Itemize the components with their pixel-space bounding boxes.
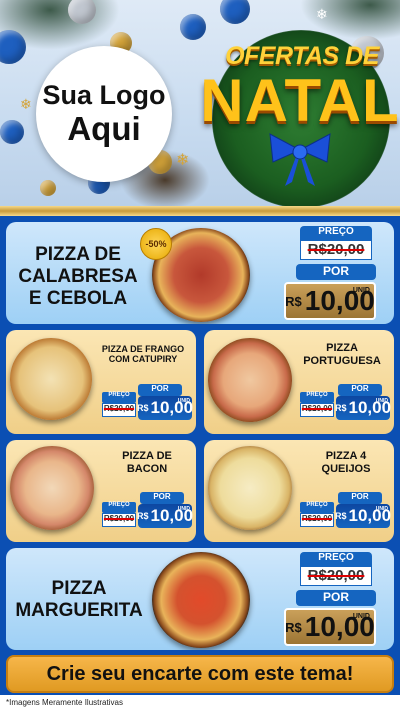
christmas-ornament-icon — [40, 180, 56, 196]
product-card-featured[interactable]: PIZZA DE CALABRESA E CEBOLA -50% PREÇO R… — [6, 222, 394, 324]
new-price: R$ 10,00 UNID — [284, 282, 376, 320]
price-label: PREÇO — [300, 392, 334, 403]
logo-line2: Aqui — [67, 109, 141, 147]
product-name: PIZZA DE FRANGO COM CATUPIRY — [101, 344, 185, 365]
new-price-label: POR — [296, 264, 376, 280]
new-price-label: POR — [338, 492, 382, 504]
new-price: R$ 10,00 UNID — [284, 608, 376, 646]
page-title: NATAL — [200, 67, 400, 134]
product-card[interactable]: PIZZA PORTUGUESA POR PREÇO R$20,00 R$ 10… — [204, 330, 394, 434]
product-card[interactable]: PIZZA DE BACON POR PREÇO R$20,00 R$ 10,0… — [6, 440, 196, 542]
unit-label: UNID — [375, 506, 388, 512]
price-label: PREÇO — [300, 226, 372, 240]
new-price-label: POR — [296, 590, 376, 606]
currency: R$ — [136, 403, 149, 413]
snowflake-icon: ❄ — [316, 6, 328, 22]
old-price-value: R$20,00 — [301, 404, 333, 413]
currency: R$ — [334, 403, 347, 413]
discount-badge: -50% — [140, 228, 172, 260]
christmas-ornament-icon — [0, 120, 24, 144]
pizza-image — [152, 552, 250, 648]
price-label: PREÇO — [102, 502, 136, 513]
new-price: R$ 10,00 UNID — [136, 396, 193, 420]
product-name: PIZZA DE CALABRESA E CEBOLA — [18, 244, 138, 309]
ribbon-bow-icon — [269, 133, 331, 186]
old-price-value: R$20,00 — [307, 241, 365, 258]
snowflake-icon: ❄ — [176, 152, 190, 169]
logo-line1: Sua Logo — [42, 80, 166, 110]
product-card-featured[interactable]: PIZZA MARGUERITA PREÇO R$20,00 POR R$ 10… — [6, 548, 394, 650]
old-price: R$20,00 — [102, 403, 136, 417]
unit-label: UNID — [375, 398, 388, 404]
old-price-value: R$20,00 — [301, 514, 333, 523]
old-price: R$20,00 — [102, 513, 136, 527]
price-label: PREÇO — [102, 392, 136, 403]
old-price: R$20,00 — [300, 403, 334, 417]
currency: R$ — [285, 293, 302, 309]
logo-placeholder[interactable]: Sua Logo Aqui — [36, 46, 172, 182]
pizza-image — [208, 446, 292, 530]
unit-label: UNID — [352, 287, 370, 294]
christmas-ornament-icon — [180, 14, 206, 40]
product-card[interactable]: PIZZA 4 QUEIJOS POR PREÇO R$20,00 R$ 10,… — [204, 440, 394, 542]
old-price-value: R$20,00 — [307, 567, 365, 584]
header-divider — [0, 206, 400, 216]
price-label: PREÇO — [300, 502, 334, 513]
new-price: R$ 10,00 UNID — [334, 504, 391, 528]
product-name: PIZZA DE BACON — [122, 450, 172, 475]
old-price-value: R$20,00 — [103, 514, 135, 523]
header-banner: ❄ ❄ ❄ Sua Logo Aqui OFERTAS DE NATAL — [0, 0, 400, 212]
old-price: R$20,00 — [300, 513, 334, 527]
currency: R$ — [334, 511, 347, 521]
product-name: PIZZA MARGUERITA — [15, 578, 143, 621]
currency: R$ — [136, 511, 149, 521]
new-price-label: POR — [140, 492, 184, 504]
product-name: PIZZA PORTUGUESA — [303, 342, 381, 367]
old-price: R$20,00 — [300, 240, 372, 260]
currency: R$ — [285, 619, 302, 635]
new-price: R$ 10,00 UNID — [136, 504, 193, 528]
price-label: PREÇO — [300, 552, 372, 566]
pizza-image — [10, 446, 94, 530]
unit-label: UNID — [177, 398, 190, 404]
old-price: R$20,00 — [300, 566, 372, 586]
new-price: R$ 10,00 UNID — [334, 396, 391, 420]
pizza-image — [208, 338, 292, 422]
product-card[interactable]: PIZZA DE FRANGO COM CATUPIRY POR PREÇO R… — [6, 330, 196, 434]
cta-button[interactable]: Crie seu encarte com este tema! — [6, 655, 394, 693]
new-price-label: POR — [138, 384, 182, 396]
disclaimer-text: *Imagens Meramente Ilustrativas — [0, 695, 400, 711]
pizza-image — [10, 338, 92, 420]
old-price-value: R$20,00 — [103, 404, 135, 413]
product-name: PIZZA 4 QUEIJOS — [321, 450, 371, 475]
unit-label: UNID — [177, 506, 190, 512]
unit-label: UNID — [352, 613, 370, 620]
new-price-label: POR — [338, 384, 382, 396]
snowflake-icon: ❄ — [20, 96, 32, 112]
christmas-ornament-icon — [220, 0, 250, 24]
